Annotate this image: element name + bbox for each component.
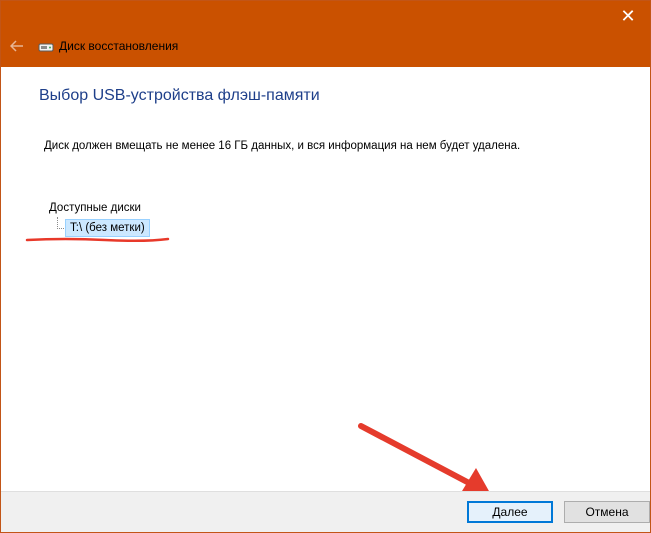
drive-item-t[interactable]: T:\ (без метки) [65, 219, 150, 237]
recovery-drive-window: ✕ Диск восстановления Выбор USB-устройст… [0, 0, 651, 533]
title-bar: ✕ Диск восстановления [1, 1, 650, 67]
next-button[interactable]: Далее [467, 501, 553, 523]
close-button[interactable]: ✕ [606, 1, 650, 31]
red-underline-annotation [25, 237, 170, 243]
back-arrow-icon [10, 40, 23, 52]
page-heading: Выбор USB-устройства флэш-памяти [39, 87, 320, 104]
instruction-text: Диск должен вмещать не менее 16 ГБ данны… [44, 140, 521, 152]
drive-icon [38, 43, 54, 52]
close-icon: ✕ [620, 5, 636, 26]
back-button[interactable] [7, 37, 27, 55]
tree-root-available-drives: Доступные диски [49, 202, 141, 214]
cancel-button[interactable]: Отмена [564, 501, 650, 523]
window-title: Диск восстановления [59, 39, 179, 53]
